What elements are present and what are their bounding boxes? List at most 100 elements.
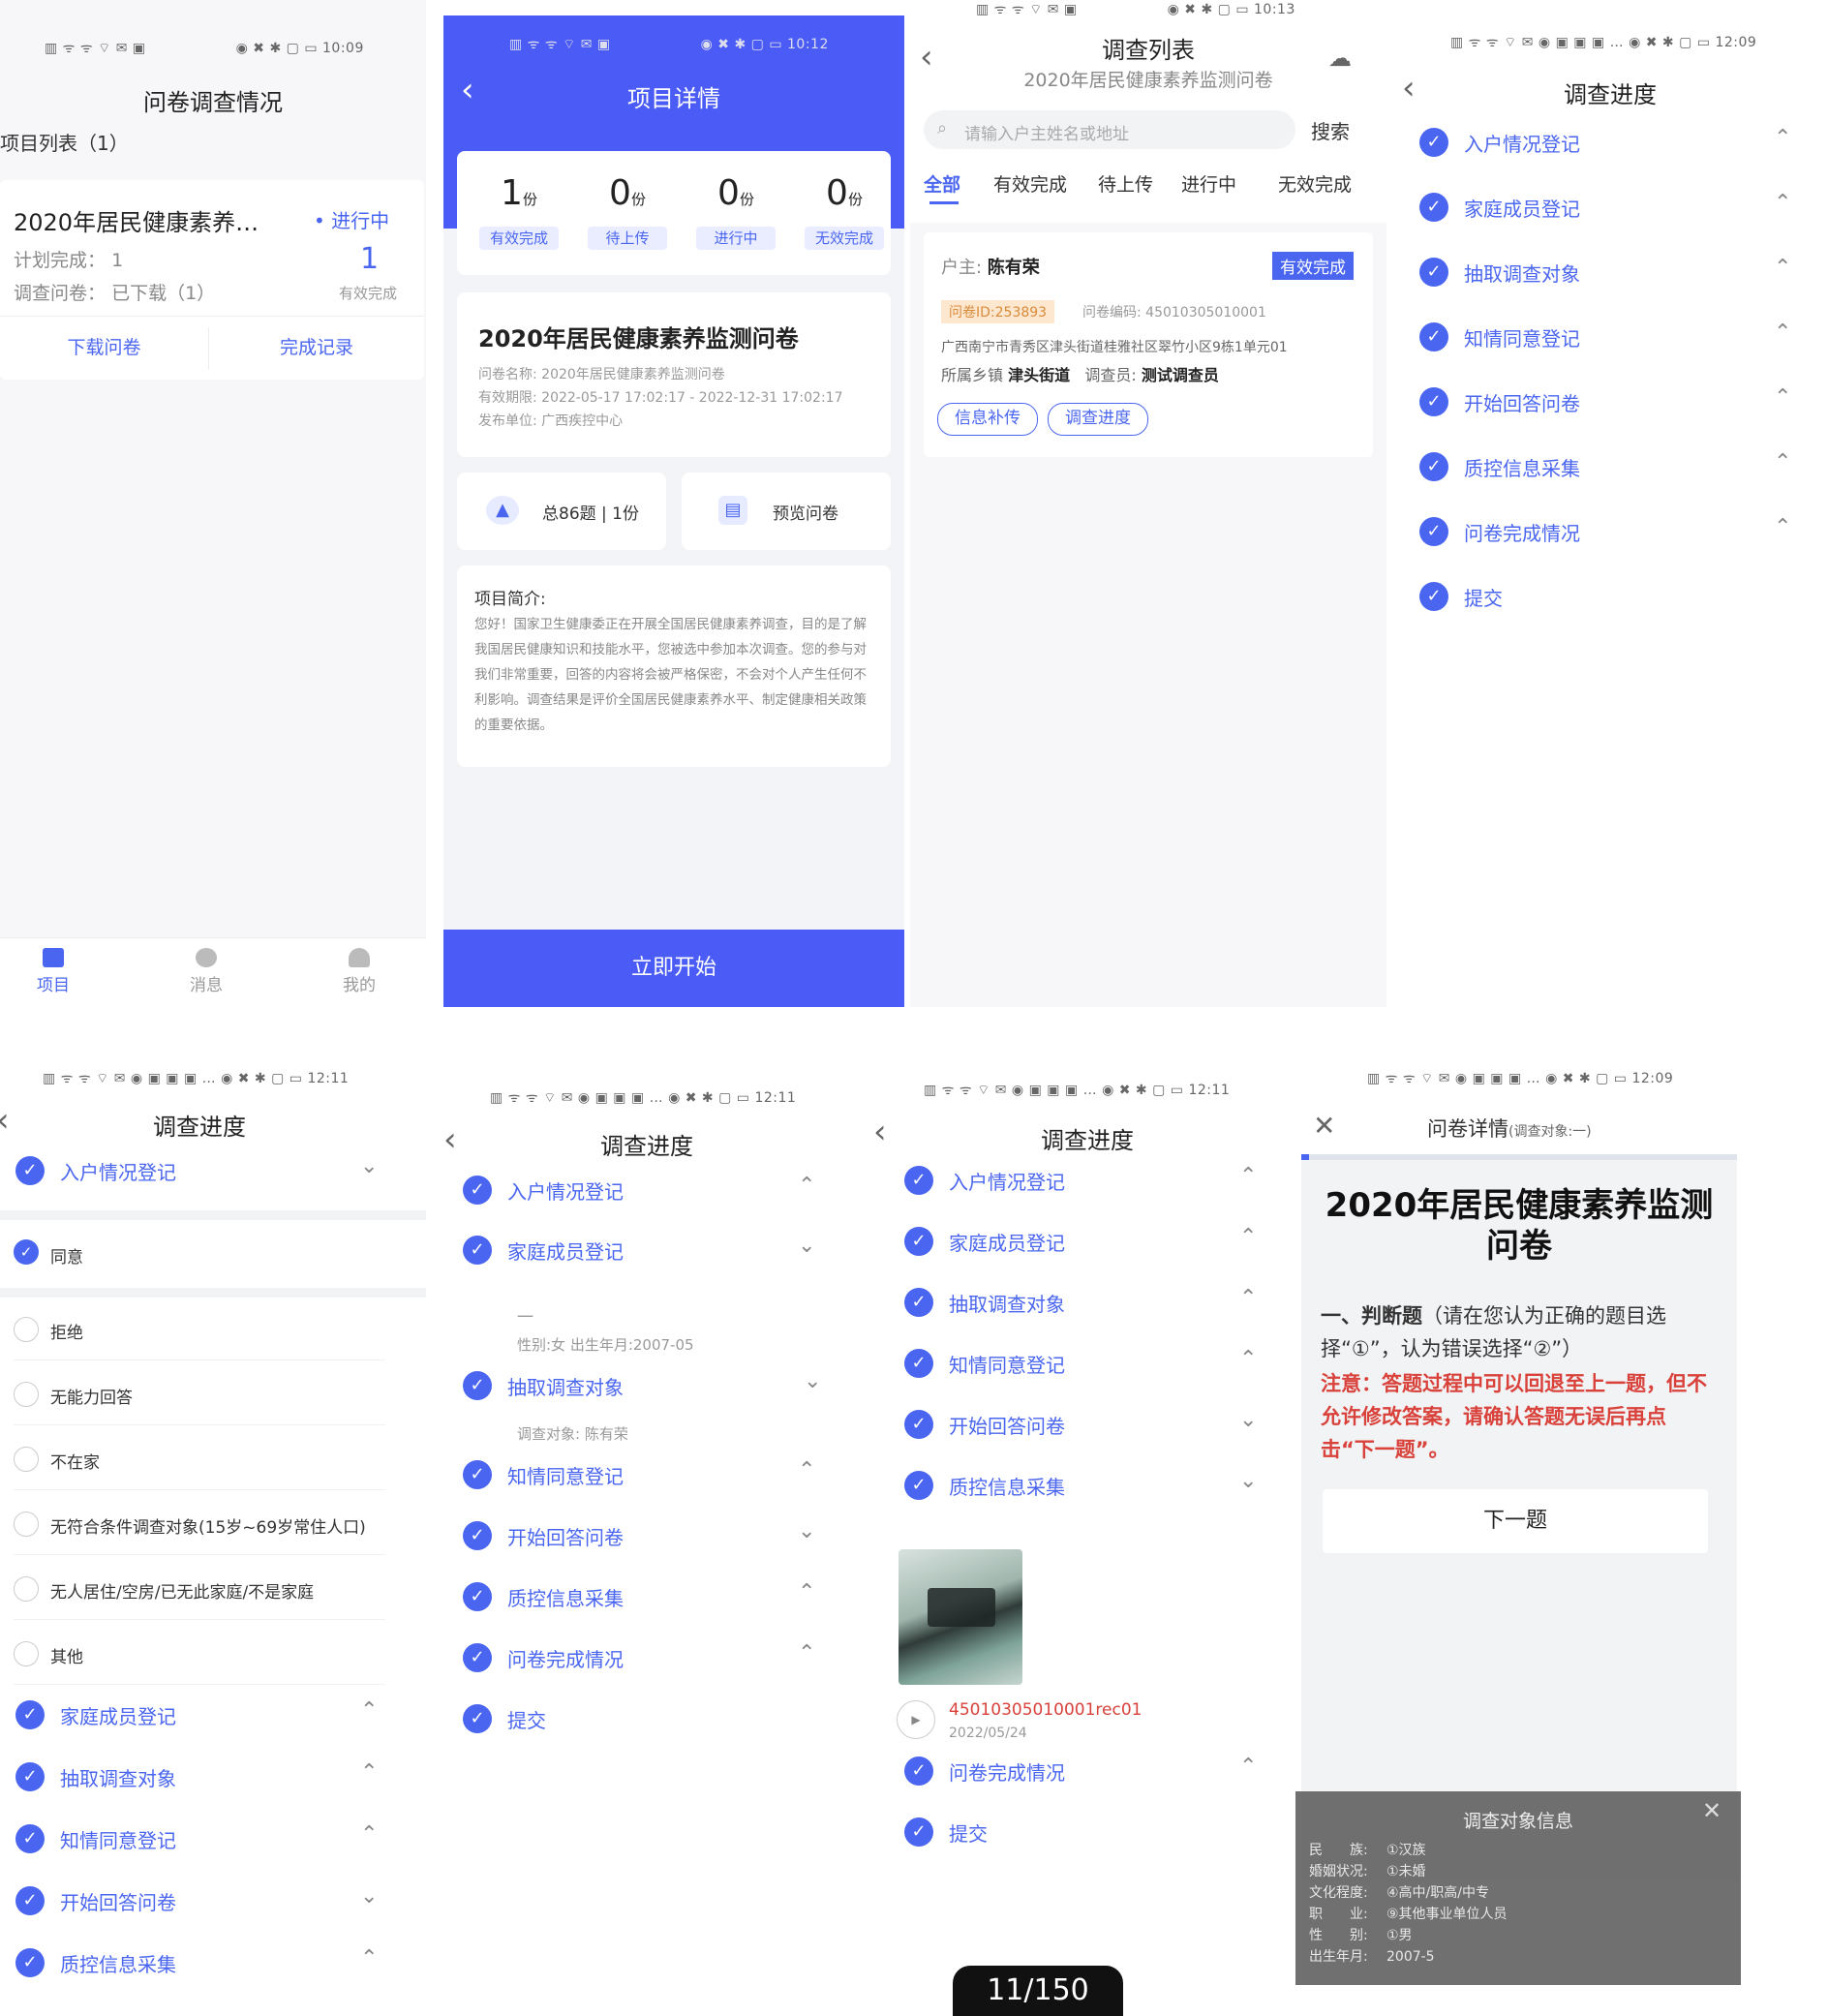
screen-questionnaire: ▥ ᯤ ᯤ ⌔ ✉ ◉ ▣ ▣ ▣ … ◉ ✖ ✱ ▢ ▭ 12:09 ✕ 问卷…: [1295, 1036, 1741, 1995]
progress-step[interactable]: ✓ 开始回答问卷 ⌄: [15, 1884, 393, 1915]
tab-0[interactable]: 全部: [924, 170, 960, 197]
head-label: 户主:: [941, 258, 983, 278]
radio-circle: [14, 1317, 39, 1342]
tab-3[interactable]: 进行中: [1181, 170, 1236, 197]
progress-step[interactable]: ✓ 质控信息采集 ⌃: [1419, 450, 1807, 481]
progress-step[interactable]: ✓ 入户情况登记 ⌃: [463, 1174, 831, 1205]
radio-circle: [14, 1382, 39, 1407]
qc-photo[interactable]: [899, 1549, 1022, 1685]
project-card[interactable]: 2020年居民健康素养… • 进行中 计划完成： 1 调查问卷： 已下载（1） …: [0, 180, 424, 380]
progress-step[interactable]: ✓ 家庭成员登记 ⌃: [904, 1225, 1272, 1256]
radio-option[interactable]: 无能力回答: [14, 1380, 401, 1409]
info-value: ①男: [1386, 1928, 1413, 1943]
info-key: 职 业:: [1309, 1907, 1368, 1922]
page-title: 调查列表: [1102, 37, 1195, 64]
tab-1[interactable]: 有效完成: [993, 170, 1067, 197]
step-label: 质控信息采集: [60, 1953, 176, 1976]
info-resend-button[interactable]: 信息补传: [937, 403, 1038, 436]
progress-step[interactable]: ✓ 开始回答问卷 ⌄: [904, 1408, 1272, 1439]
status-bar: ▥ ᯤ ᯤ ⌔ ✉ ▣ ◉ ✖ ✱ ▢ ▭ 10:12: [509, 37, 829, 52]
progress-step[interactable]: ✓ 知情同意登记 ⌃: [463, 1458, 831, 1489]
step-label: 家庭成员登记: [1464, 198, 1580, 221]
check-icon: ✓: [463, 1521, 492, 1550]
screen-progress-qc: ▥ ᯤ ᯤ ⌔ ✉ ◉ ▣ ▣ ▣ … ◉ ✖ ✱ ▢ ▭ 12:11 ‹ 调查…: [873, 1055, 1295, 2016]
nav-mine[interactable]: 我的: [325, 948, 393, 995]
town-value: 津头街道: [1008, 366, 1071, 384]
step-label: 质控信息采集: [1464, 457, 1580, 480]
close-icon[interactable]: ✕: [1702, 1797, 1721, 1824]
radio-option[interactable]: 无人居住/空房/已无此家庭/不是家庭: [14, 1574, 401, 1604]
status-bar: ▥ ᯤ ᯤ ⌔ ✉ ◉ ▣ ▣ ▣ … ◉ ✖ ✱ ▢ ▭ 12:09: [1367, 1071, 1674, 1086]
chevron-up-icon: ⌃: [798, 1174, 816, 1198]
page-title: 调查进度: [153, 1114, 246, 1141]
stat-value: 0份: [689, 174, 782, 219]
survey-card[interactable]: 户主: 陈有荣 有效完成 问卷ID:253893 问卷编码: 450103050…: [924, 232, 1373, 457]
progress-step[interactable]: ✓ 家庭成员登记 ⌄: [463, 1234, 831, 1265]
search-input[interactable]: ⌕ 请输入户主姓名或地址: [924, 110, 1295, 149]
radio-option[interactable]: 不在家: [14, 1445, 401, 1474]
progress-step[interactable]: ✓ 提交: [904, 1817, 1272, 1847]
progress-step[interactable]: ✓ 入户情况登记 ⌃: [904, 1164, 1272, 1195]
progress-step[interactable]: ✓ 提交: [463, 1704, 831, 1733]
start-button[interactable]: 立即开始: [443, 930, 904, 1007]
records-button[interactable]: 完成记录: [209, 317, 424, 380]
stat-num: 1: [501, 173, 523, 213]
stat-num: 0: [609, 173, 631, 213]
radio-option[interactable]: 其他: [14, 1639, 401, 1668]
info-key: 民 族:: [1309, 1843, 1368, 1858]
nav-messages[interactable]: 消息: [172, 948, 240, 995]
progress-step[interactable]: ✓ 知情同意登记 ⌃: [904, 1347, 1272, 1378]
progress-step[interactable]: ✓ 知情同意登记 ⌃: [15, 1822, 393, 1853]
progress-step[interactable]: ✓ 问卷完成情况 ⌃: [463, 1641, 831, 1672]
info-key: 文化程度:: [1309, 1885, 1368, 1901]
progress-step[interactable]: ✓ 入户情况登记 ⌃: [1419, 126, 1807, 157]
progress-step[interactable]: ✓ 质控信息采集 ⌄: [904, 1469, 1272, 1500]
progress-step[interactable]: ✓ 家庭成员登记 ⌃: [15, 1698, 393, 1729]
progress-step[interactable]: ✓ 质控信息采集 ⌃: [463, 1580, 831, 1611]
target-info: 调查对象: 陈有荣: [517, 1425, 628, 1443]
step-label: 知情同意登记: [949, 1354, 1065, 1377]
progress-step[interactable]: ✓ 开始回答问卷 ⌃: [1419, 385, 1807, 416]
step-sampling[interactable]: ✓ 抽取调查对象 ⌄: [463, 1369, 831, 1400]
play-icon[interactable]: ▶: [897, 1700, 935, 1739]
step-label: 问卷完成情况: [949, 1761, 1065, 1785]
upload-cloud-icon[interactable]: ☁: [1328, 45, 1352, 72]
step-label: 抽取调查对象: [1464, 262, 1580, 286]
progress-step[interactable]: ✓ 开始回答问卷 ⌄: [463, 1519, 831, 1550]
recording-date: 2022/05/24: [949, 1726, 1027, 1741]
tab-2[interactable]: 待上传: [1098, 170, 1153, 197]
stat-unit: 份: [739, 191, 754, 208]
nav-projects[interactable]: 项目: [19, 948, 87, 995]
option-label: 无人居住/空房/已无此家庭/不是家庭: [50, 1583, 315, 1603]
progress-step[interactable]: ✓ 家庭成员登记 ⌃: [1419, 191, 1807, 222]
progress-step[interactable]: ✓ 提交: [1419, 582, 1807, 611]
recording-name[interactable]: 45010305010001rec01: [949, 1700, 1142, 1720]
close-icon[interactable]: ✕: [1313, 1110, 1335, 1142]
stat-value: 0份: [798, 174, 891, 219]
radio-option[interactable]: 拒绝: [14, 1315, 401, 1344]
progress-step[interactable]: ✓ 抽取调查对象 ⌃: [15, 1760, 393, 1791]
info-period: 有效期限: 2022-05-17 17:02:17 - 2022-12-31 1…: [478, 390, 843, 406]
next-button[interactable]: 下一题: [1323, 1489, 1708, 1553]
progress-step[interactable]: ✓ 知情同意登记 ⌃: [1419, 321, 1807, 351]
option-agree[interactable]: ✓ 同意: [14, 1239, 83, 1268]
progress-step[interactable]: ✓ 问卷完成情况 ⌃: [904, 1755, 1272, 1786]
step-label: 知情同意登记: [507, 1465, 624, 1488]
project-info-card: 2020年居民健康素养监测问卷 问卷名称: 2020年居民健康素养监测问卷 有效…: [457, 292, 891, 457]
preview-button[interactable]: ▤ 预览问卷: [682, 473, 891, 550]
option-label: 其他: [50, 1648, 83, 1667]
chevron-up-icon: ⌃: [798, 1641, 816, 1665]
progress-step[interactable]: ✓ 抽取调查对象 ⌃: [1419, 256, 1807, 287]
progress-button[interactable]: 调查进度: [1048, 403, 1148, 436]
tab-4[interactable]: 无效完成: [1278, 170, 1352, 197]
info-row: 文化程度: ④高中/职高/中专: [1309, 1882, 1489, 1902]
download-button[interactable]: 下载问卷: [0, 317, 208, 380]
stats-card: 1份 有效完成 0份 待上传 0份 进行中 0份 无效完成: [457, 151, 891, 275]
progress-step[interactable]: ✓ 抽取调查对象 ⌃: [904, 1286, 1272, 1317]
search-button[interactable]: 搜索: [1311, 116, 1350, 144]
step-household[interactable]: ✓ 入户情况登记 ⌄: [15, 1154, 393, 1185]
progress-step[interactable]: ✓ 问卷完成情况 ⌃: [1419, 515, 1807, 546]
status-badge: • 进行中: [314, 209, 390, 232]
progress-step[interactable]: ✓ 质控信息采集 ⌃: [15, 1946, 393, 1977]
radio-option[interactable]: 无符合条件调查对象(15岁~69岁常住人口): [14, 1510, 401, 1539]
